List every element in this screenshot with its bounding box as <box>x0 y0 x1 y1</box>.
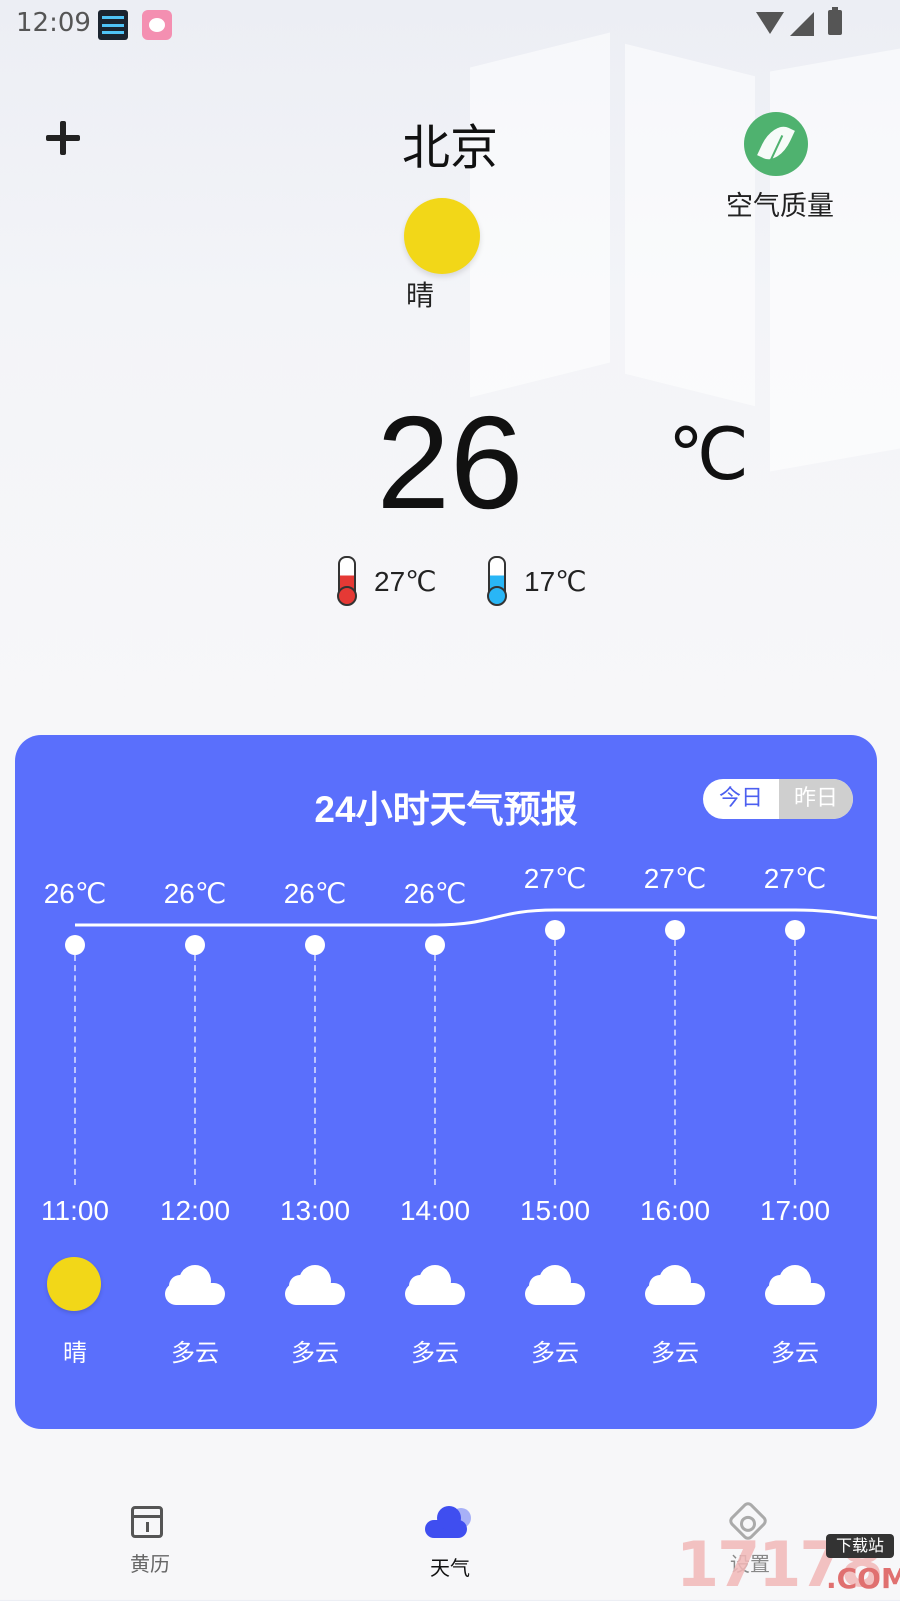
calendar-icon <box>131 1506 163 1538</box>
hour-temperature: 27℃ <box>763 863 827 894</box>
hour-condition: 多云 <box>771 1339 819 1367</box>
hour-guide-line <box>74 955 76 1185</box>
air-quality-button[interactable]: 空气质量 <box>700 108 850 228</box>
hour-time: 11:00 <box>41 1195 109 1226</box>
temperature-point <box>545 920 565 940</box>
hour-time: 12:00 <box>159 1195 231 1226</box>
notification-app-icon <box>142 10 172 40</box>
temperature-point <box>305 935 325 955</box>
hour-time: 13:00 <box>279 1195 351 1226</box>
battery-icon <box>828 7 842 35</box>
cloud-icon <box>765 1257 825 1313</box>
cloud-shape <box>525 1265 585 1305</box>
air-quality-label: 空气质量 <box>726 191 834 222</box>
site-watermark: 17178 下载站 .COM <box>676 1528 900 1601</box>
hourly-item: 26℃ 11:00 晴 <box>15 735 135 1429</box>
nav-label: 天气 <box>430 1556 470 1580</box>
cloud-shape <box>405 1265 465 1305</box>
city-name[interactable]: 北京 <box>330 108 570 178</box>
hour-time: 17:00 <box>759 1195 831 1226</box>
sun-icon <box>404 198 480 274</box>
hourly-item: 27℃ 17:00 多云 <box>735 735 855 1429</box>
hour-condition: 晴 <box>63 1339 87 1367</box>
current-condition: 晴 <box>405 279 434 312</box>
temperature-point <box>425 935 445 955</box>
hour-temperature: 26℃ <box>163 878 227 909</box>
hour-time: 16:00 <box>639 1195 711 1226</box>
hour-temperature: 26℃ <box>403 878 467 909</box>
hour-time: 14:00 <box>399 1195 471 1226</box>
hour-condition: 多云 <box>531 1339 579 1367</box>
hour-guide-line <box>314 955 316 1185</box>
watermark-tag: 下载站 <box>826 1534 894 1558</box>
hour-guide-line <box>794 940 796 1185</box>
leaf-icon <box>744 112 808 176</box>
thermometer-cold-icon <box>487 556 507 606</box>
hour-temperature: 26℃ <box>283 878 347 909</box>
cloud-icon <box>425 1506 471 1538</box>
cloud-shape <box>765 1265 825 1305</box>
hour-condition: 多云 <box>411 1339 459 1367</box>
wifi-icon <box>756 12 784 34</box>
hourly-item: 26℃ 14:00 多云 <box>375 735 495 1429</box>
hourly-item: 27℃ 15:00 多云 <box>495 735 615 1429</box>
sun-icon <box>47 1257 103 1313</box>
hour-guide-line <box>434 955 436 1185</box>
cloud-shape <box>645 1265 705 1305</box>
hour-condition: 多云 <box>291 1339 339 1367</box>
temperature-point <box>185 935 205 955</box>
nav-label: 黄历 <box>130 1552 170 1576</box>
cloud-icon <box>165 1257 225 1313</box>
high-temperature: 27℃ <box>374 566 437 597</box>
cloud-shape <box>165 1265 225 1305</box>
hour-temperature: 27℃ <box>523 863 587 894</box>
temperature-point <box>65 935 85 955</box>
cloud-icon <box>525 1257 585 1313</box>
status-time: 12:09 <box>16 8 91 38</box>
background-shape <box>470 32 610 398</box>
temperature-unit: ℃ <box>668 415 749 495</box>
add-city-button[interactable] <box>44 118 84 158</box>
cloud-icon <box>285 1257 345 1313</box>
hourly-forecast-card: 24小时天气预报 今日 昨日 26℃ 11:00 晴 26℃ 12:00 多云 26℃ 13:… <box>15 735 877 1429</box>
cloud-icon <box>645 1257 705 1313</box>
hour-temperature: 26℃ <box>43 878 107 909</box>
nav-item-calendar[interactable]: 黄历 <box>75 1480 225 1600</box>
hourly-item: 26℃ 12:00 多云 <box>135 735 255 1429</box>
current-temperature: 26 <box>376 389 524 536</box>
status-bar: 12:09 <box>0 0 900 50</box>
hour-condition: 多云 <box>651 1339 699 1367</box>
hourly-item: 27℃ 16:00 多云 <box>615 735 735 1429</box>
cloud-shape <box>285 1265 345 1305</box>
nav-item-weather[interactable]: 天气 <box>375 1480 525 1600</box>
low-temperature: 17℃ <box>524 566 587 597</box>
notification-app-icon <box>98 10 128 40</box>
temperature-point <box>665 920 685 940</box>
hour-guide-line <box>554 940 556 1185</box>
hour-time: 15:00 <box>519 1195 591 1226</box>
signal-icon <box>790 12 814 36</box>
hour-guide-line <box>194 955 196 1185</box>
watermark-suffix: .COM <box>826 1562 900 1595</box>
sun-shape <box>47 1257 101 1311</box>
cloud-icon <box>405 1257 465 1313</box>
hourly-item: 26℃ 13:00 多云 <box>255 735 375 1429</box>
thermometer-hot-icon <box>337 556 357 606</box>
hour-guide-line <box>674 940 676 1185</box>
temperature-point <box>785 920 805 940</box>
hour-condition: 多云 <box>171 1339 219 1367</box>
hour-temperature: 27℃ <box>643 863 707 894</box>
